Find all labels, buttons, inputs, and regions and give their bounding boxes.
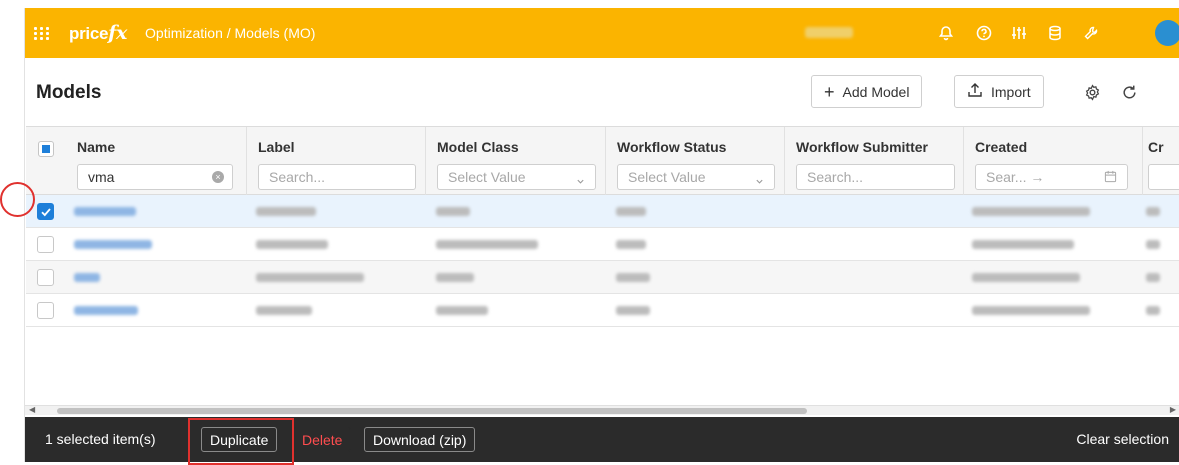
pricefx-logo[interactable]: pricefx (69, 22, 127, 44)
row-created-by (1146, 240, 1160, 249)
row-checkbox[interactable] (37, 203, 54, 220)
delete-button[interactable]: Delete (293, 427, 352, 452)
clear-selection-link[interactable]: Clear selection (1076, 431, 1169, 447)
table-row[interactable] (26, 195, 1179, 228)
row-checkbox[interactable] (37, 236, 54, 253)
apps-grid-icon[interactable] (31, 22, 53, 44)
column-label[interactable]: Label Search... (246, 127, 426, 195)
row-created (972, 207, 1090, 216)
table-row[interactable] (26, 228, 1179, 261)
horizontal-scrollbar[interactable]: ◀ ▶ (25, 405, 1179, 415)
row-created-by (1146, 273, 1160, 282)
row-created (972, 240, 1074, 249)
chevron-down-icon (755, 173, 764, 189)
row-label (256, 306, 312, 315)
row-name-link[interactable] (74, 306, 138, 315)
row-label (256, 240, 328, 249)
column-created[interactable]: Created Sear... → (963, 127, 1143, 195)
refresh-icon[interactable] (1118, 81, 1140, 103)
row-created (972, 306, 1090, 315)
app-frame: pricefx Optimization / Models (MO) Model… (24, 8, 1179, 462)
breadcrumb[interactable]: Optimization / Models (MO) (145, 25, 315, 41)
row-workflow-status (616, 306, 650, 315)
calendar-icon[interactable] (1104, 170, 1117, 186)
row-workflow-status (616, 207, 646, 216)
database-icon[interactable] (1044, 22, 1066, 44)
row-name-link[interactable] (74, 207, 136, 216)
column-workflow-status[interactable]: Workflow Status Select Value (605, 127, 785, 195)
column-created-by[interactable]: Cr (1142, 127, 1179, 195)
column-name[interactable]: Name vma × (66, 127, 246, 195)
select-all-checkbox[interactable] (38, 141, 54, 157)
row-model-class (436, 240, 538, 249)
download-zip-button[interactable]: Download (zip) (364, 427, 476, 452)
grid-header: Name vma × Label Search... Model Class S… (26, 127, 1179, 195)
highlight-circle (0, 182, 35, 217)
upload-icon (967, 82, 983, 101)
name-filter-input[interactable]: vma × (77, 164, 233, 190)
tools-icon[interactable] (1080, 22, 1102, 44)
row-model-class (436, 273, 474, 282)
highlight-rectangle (188, 418, 294, 465)
row-created-by (1146, 306, 1160, 315)
avatar[interactable] (1155, 20, 1179, 46)
row-model-class (436, 306, 488, 315)
clear-filter-icon[interactable]: × (212, 171, 224, 183)
row-created-by (1146, 207, 1160, 216)
add-model-button[interactable]: + Add Model (811, 75, 923, 108)
row-name-link[interactable] (74, 273, 100, 282)
table-row[interactable] (26, 261, 1179, 294)
user-name-redacted (805, 27, 853, 38)
scroll-left-arrow-icon[interactable]: ◀ (29, 405, 35, 414)
row-name-link[interactable] (74, 240, 152, 249)
table-row[interactable] (26, 294, 1179, 327)
row-workflow-status (616, 240, 646, 249)
scroll-right-arrow-icon[interactable]: ▶ (1170, 405, 1176, 414)
row-checkbox[interactable] (37, 269, 54, 286)
workflow-submitter-filter-input[interactable]: Search... (796, 164, 955, 190)
model-class-select[interactable]: Select Value (437, 164, 596, 190)
label-filter-input[interactable]: Search... (258, 164, 416, 190)
scrollbar-thumb[interactable] (57, 408, 807, 414)
chevron-down-icon (576, 173, 585, 189)
column-workflow-submitter[interactable]: Workflow Submitter Search... (784, 127, 964, 195)
sliders-icon[interactable] (1008, 22, 1030, 44)
row-workflow-status (616, 273, 650, 282)
top-bar: pricefx Optimization / Models (MO) (25, 8, 1179, 58)
help-icon[interactable] (973, 22, 995, 44)
row-checkbox[interactable] (37, 302, 54, 319)
plus-icon: + (824, 81, 835, 102)
created-by-filter-input[interactable] (1148, 164, 1179, 190)
settings-gear-icon[interactable] (1081, 81, 1103, 103)
created-date-filter[interactable]: Sear... → (975, 164, 1128, 190)
column-model-class[interactable]: Model Class Select Value (425, 127, 605, 195)
workflow-status-select[interactable]: Select Value (617, 164, 775, 190)
import-button[interactable]: Import (954, 75, 1044, 108)
bell-icon[interactable] (935, 22, 957, 44)
page-title: Models (36, 82, 102, 103)
row-created (972, 273, 1080, 282)
selected-count: 1 selected item(s) (45, 431, 156, 447)
row-label (256, 273, 364, 282)
models-grid: Name vma × Label Search... Model Class S… (26, 126, 1179, 416)
row-model-class (436, 207, 470, 216)
row-label (256, 207, 316, 216)
